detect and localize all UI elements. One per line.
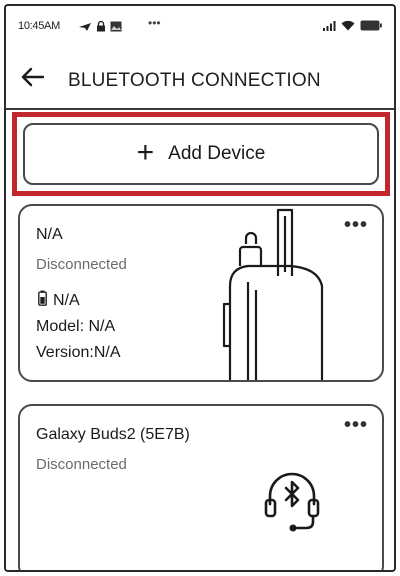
status-system-icons	[322, 18, 382, 36]
phone-screen: 10:45AM ••• BLUETOOTH CONNECTION + Add D…	[4, 4, 396, 572]
device-model: Model: N/A	[36, 318, 116, 335]
navigation-icon	[78, 19, 92, 37]
plus-icon: +	[136, 135, 155, 169]
back-arrow-icon	[21, 67, 45, 92]
battery-level-icon	[38, 290, 47, 311]
add-device-highlight: + Add Device	[12, 112, 390, 196]
device-version: Version:N/A	[36, 344, 121, 361]
page-title: BLUETOOTH CONNECTION	[68, 70, 321, 91]
device-card[interactable]: N/A Disconnected N/A Model: N/A Version:…	[18, 204, 384, 382]
status-bar: 10:45AM •••	[6, 6, 394, 46]
battery-icon	[360, 18, 382, 36]
signal-icon	[322, 18, 336, 36]
image-icon	[110, 19, 122, 37]
back-button[interactable]	[18, 64, 48, 94]
device-status: Disconnected	[36, 456, 127, 473]
device-name: N/A	[36, 226, 63, 243]
battery-value: N/A	[53, 291, 80, 309]
device-status: Disconnected	[36, 256, 127, 273]
two-way-radio-image	[218, 206, 338, 380]
add-device-button[interactable]: + Add Device	[23, 123, 379, 185]
status-overflow-dots: •••	[148, 16, 161, 30]
device-more-button[interactable]: •••	[344, 214, 368, 237]
device-card[interactable]: Galaxy Buds2 (5E7B) Disconnected •••	[18, 404, 384, 570]
add-device-label: Add Device	[168, 143, 266, 164]
lock-icon	[96, 19, 106, 37]
bluetooth-headset-icon	[262, 466, 322, 536]
wifi-icon	[341, 18, 355, 36]
status-time: 10:45AM	[18, 20, 60, 32]
device-name: Galaxy Buds2 (5E7B)	[36, 426, 190, 443]
app-header: BLUETOOTH CONNECTION	[6, 50, 394, 110]
battery-row: N/A	[38, 290, 80, 311]
device-more-button[interactable]: •••	[344, 414, 368, 437]
status-notification-icons	[78, 19, 122, 37]
